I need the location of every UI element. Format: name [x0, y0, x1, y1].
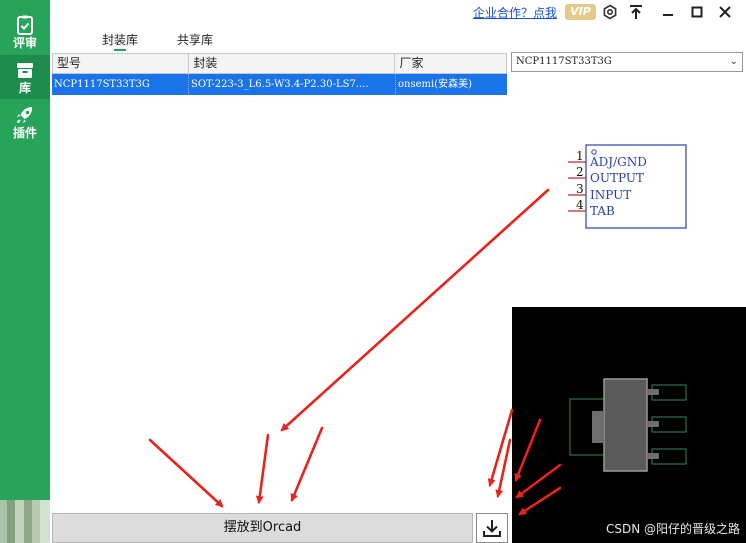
- pin-number: 2: [576, 165, 584, 179]
- annotation-arrow: [487, 408, 514, 487]
- download-button[interactable]: [476, 513, 508, 543]
- column-header-package[interactable]: 封装: [189, 54, 396, 73]
- pin-name: INPUT: [590, 188, 631, 202]
- clipboard-check-icon: [17, 15, 33, 35]
- settings-icon[interactable]: [600, 2, 620, 22]
- annotation-arrow: [280, 188, 550, 432]
- minimize-icon[interactable]: [658, 2, 678, 22]
- download-icon: [483, 520, 501, 537]
- sidebar: 评审 库 插件: [0, 0, 50, 543]
- annotation-arrow: [495, 438, 512, 498]
- annotation-arrow: [255, 433, 270, 504]
- enterprise-cooperation-link[interactable]: 企业合作？点我: [473, 4, 557, 21]
- table-header: 型号 封装 厂家: [52, 53, 507, 74]
- vip-badge[interactable]: VIP: [565, 4, 596, 20]
- sidebar-item-review[interactable]: 评审: [0, 10, 50, 54]
- pin-name: ADJ/GND: [589, 155, 647, 169]
- column-header-model[interactable]: 型号: [53, 54, 190, 73]
- sidebar-item-label: 库: [18, 81, 31, 95]
- annotation-arrow: [290, 426, 324, 502]
- watermark: CSDN @阳仔的晋级之路: [605, 522, 740, 536]
- footprint-drawing: [569, 378, 687, 472]
- pin-top-icon[interactable]: [626, 2, 646, 22]
- schematic-symbol: 1 ADJ/GND 2 OUTPUT 3 INPUT 4 TAB: [568, 144, 687, 229]
- pin-number: 1: [576, 149, 584, 163]
- pin-number: 3: [576, 182, 584, 196]
- cell-vendor: onsemi(安森美): [398, 79, 472, 90]
- close-icon[interactable]: [715, 2, 735, 22]
- tab-footprint-library[interactable]: 封装库: [102, 31, 138, 51]
- column-header-vendor[interactable]: 厂家: [395, 54, 506, 73]
- footprint-preview: CSDN @阳仔的晋级之路: [512, 307, 746, 543]
- sidebar-item-label: 插件: [12, 126, 37, 140]
- blurred-avatar: [0, 500, 50, 543]
- archive-box-icon: [17, 63, 33, 78]
- annotation-arrow: [148, 438, 224, 508]
- cell-package: SOT-223-3_L6.5-W3.4-P2.30-LS7....: [189, 74, 396, 95]
- table-row[interactable]: NCP1117ST33T3G SOT-223-3_L6.5-W3.4-P2.30…: [52, 74, 507, 95]
- rocket-icon: [16, 107, 33, 124]
- pin-name: TAB: [590, 204, 615, 218]
- cell-model: NCP1117ST33T3G: [52, 74, 189, 95]
- part-number-select[interactable]: NCP1117ST33T3G ⌄: [511, 52, 743, 72]
- sidebar-item-label: 评审: [12, 36, 37, 50]
- pin-name: OUTPUT: [590, 171, 644, 185]
- part-number-selected: NCP1117ST33T3G: [516, 56, 612, 67]
- maximize-icon[interactable]: [687, 2, 707, 22]
- pin-number: 4: [576, 198, 584, 212]
- sidebar-item-plugins[interactable]: 插件: [0, 100, 50, 144]
- sidebar-item-library[interactable]: 库: [0, 55, 50, 99]
- parts-table: 型号 封装 厂家 NCP1117ST33T3G SOT-223-3_L6.5-W…: [52, 53, 507, 95]
- tab-shared-library[interactable]: 共享库: [177, 31, 213, 48]
- place-to-orcad-button[interactable]: 摆放到Orcad: [52, 513, 473, 543]
- chevron-down-icon: ⌄: [729, 56, 738, 67]
